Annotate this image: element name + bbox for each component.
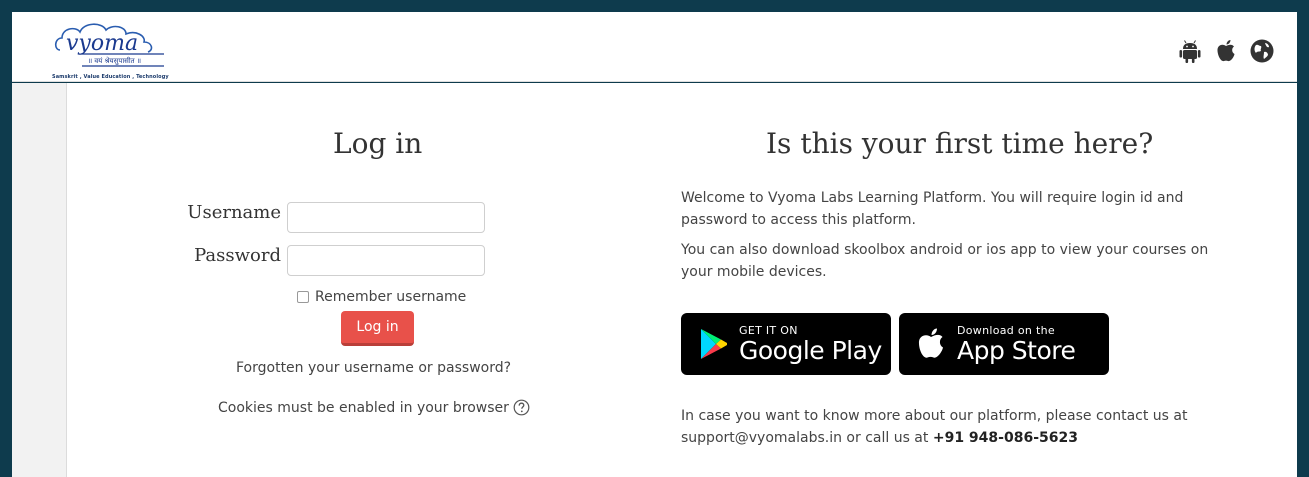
- page-header: vyoma ॥ वयं श्रेयसुपासीत ॥ Samskrit , Va…: [12, 12, 1297, 82]
- globe-icon[interactable]: [1249, 38, 1275, 64]
- contact-text: In case you want to know more about our …: [681, 405, 1241, 449]
- cookies-notice: Cookies must be enabled in your browser: [218, 399, 530, 416]
- google-play-small-text: GET IT ON: [739, 323, 798, 337]
- username-input[interactable]: [287, 202, 485, 233]
- android-icon[interactable]: [1177, 38, 1203, 64]
- google-play-badge[interactable]: GET IT ON Google Play: [681, 313, 891, 375]
- vyoma-logo[interactable]: vyoma ॥ वयं श्रेयसुपासीत ॥ Samskrit , Va…: [52, 20, 177, 80]
- content-panel: Log in Username Password Remember userna…: [66, 83, 1297, 477]
- login-title: Log in: [333, 127, 423, 160]
- remember-username-checkbox[interactable]: [297, 291, 309, 303]
- contact-phone: +91 948-086-5623: [932, 430, 1078, 446]
- first-time-title: Is this your first time here?: [766, 127, 1154, 160]
- apple-logo-icon: [918, 328, 943, 358]
- logo-tagline: Samskrit , Value Education , Technology: [52, 74, 169, 80]
- google-play-big-text: Google Play: [739, 335, 882, 365]
- logo-graphic: vyoma ॥ वयं श्रेयसुपासीत ॥: [54, 23, 164, 67]
- apple-icon[interactable]: [1213, 38, 1239, 64]
- password-label: Password: [194, 245, 281, 266]
- password-input[interactable]: [287, 245, 485, 276]
- app-links: [1177, 38, 1275, 64]
- remember-username-row: Remember username: [297, 289, 466, 305]
- app-store-small-text: Download on the: [957, 323, 1055, 337]
- app-store-badge[interactable]: Download on the App Store: [899, 313, 1109, 375]
- cookies-notice-text: Cookies must be enabled in your browser: [218, 399, 509, 416]
- welcome-text: Welcome to Vyoma Labs Learning Platform.…: [681, 190, 1184, 228]
- logo-wordmark: vyoma: [66, 31, 138, 56]
- username-label: Username: [187, 202, 281, 223]
- remember-username-label[interactable]: Remember username: [315, 289, 466, 305]
- help-icon[interactable]: [513, 399, 530, 416]
- main-area: Log in Username Password Remember userna…: [12, 83, 1297, 477]
- logo-subtitle: ॥ वयं श्रेयसुपासीत ॥: [88, 56, 141, 65]
- app-store-big-text: App Store: [957, 335, 1076, 365]
- google-play-icon: [701, 329, 727, 359]
- app-download-text: You can also download skoolbox android o…: [681, 242, 1209, 280]
- login-button[interactable]: Log in: [341, 311, 414, 346]
- forgot-password-link[interactable]: Forgotten your username or password?: [236, 360, 511, 376]
